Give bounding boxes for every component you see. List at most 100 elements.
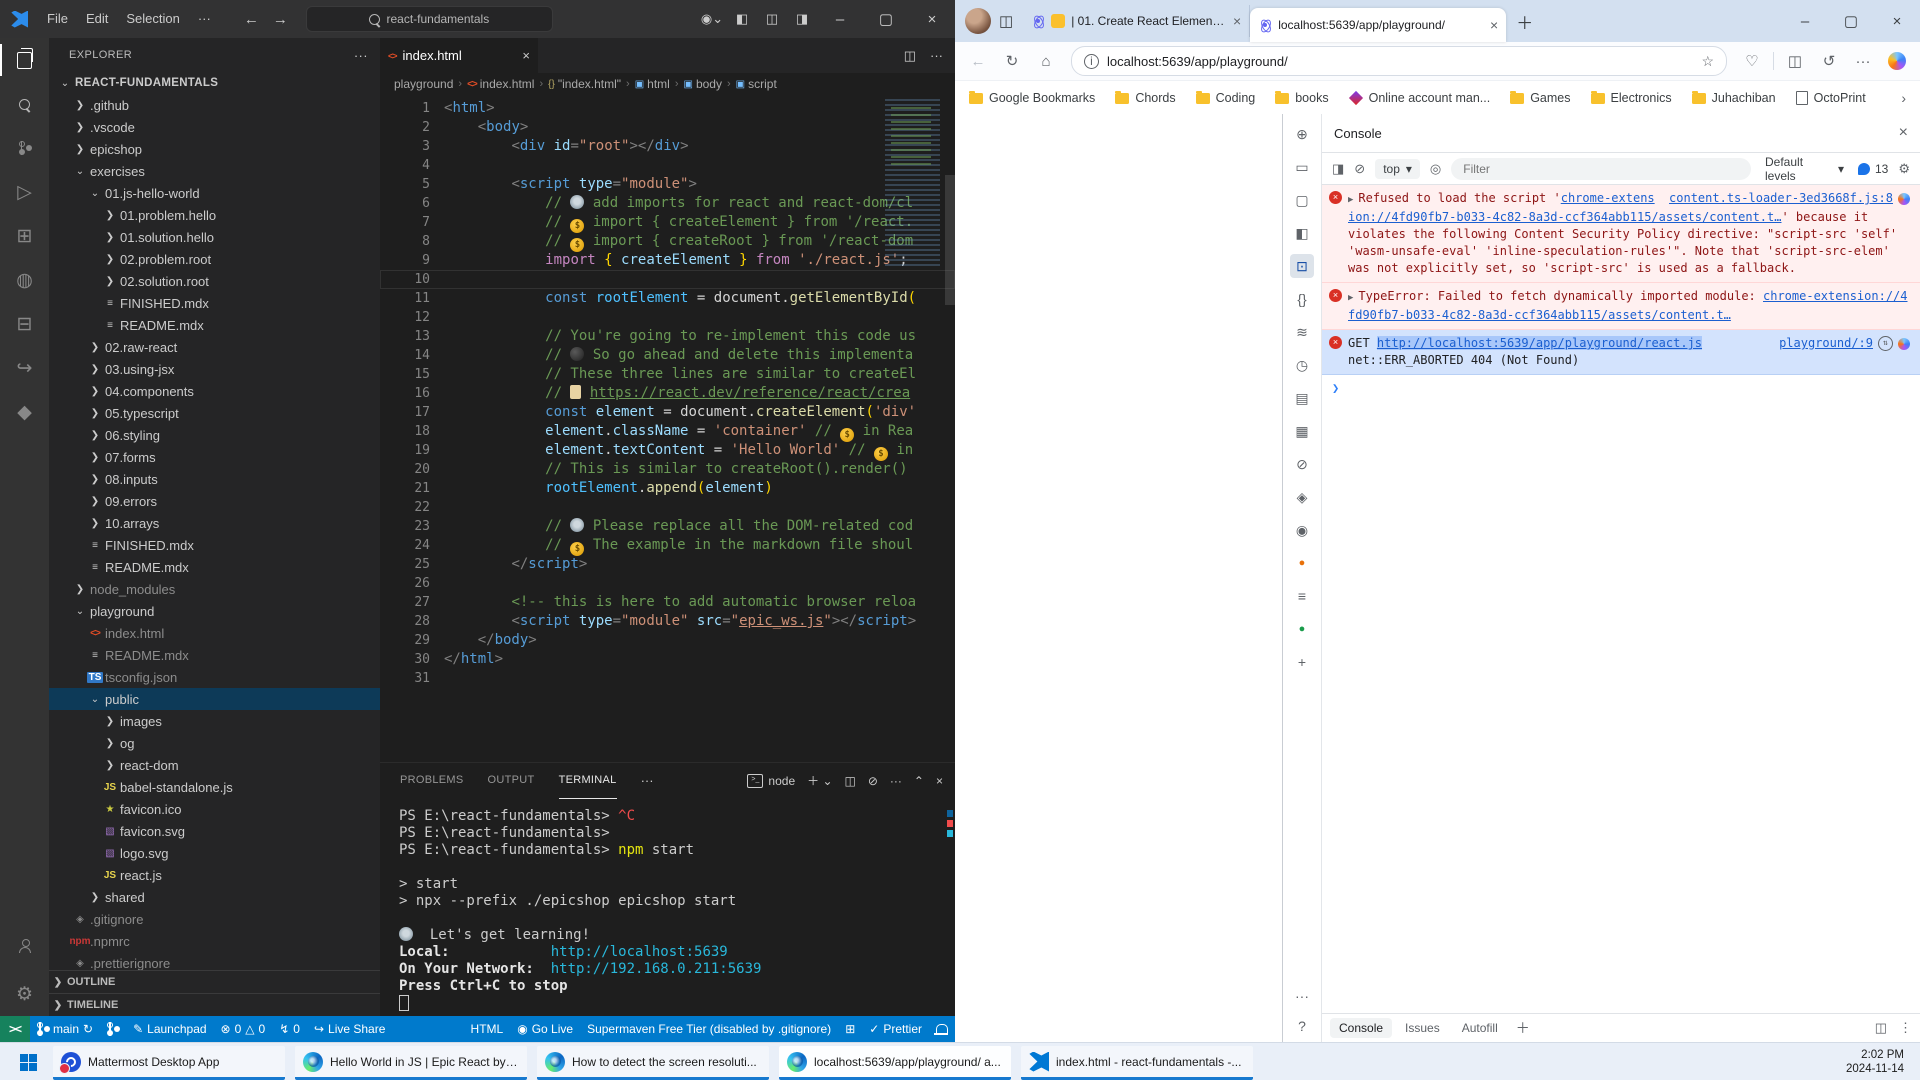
breadcrumb-item-script[interactable]: script [748,77,777,91]
tree-item-gitignore[interactable]: ◈.gitignore [49,908,380,930]
split-screen-icon[interactable]: ◫ [1780,52,1810,70]
code-line[interactable]: 25 </script> [380,555,955,574]
expand-triangle-icon[interactable]: ▶ [1348,195,1353,205]
menu-edit[interactable]: Edit [77,7,117,31]
bookmark-google-bookmarks[interactable]: Google Bookmarks [969,91,1095,105]
copilot-icon[interactable]: ◉⌄ [697,11,727,27]
address-bar[interactable]: i localhost:5639/app/playground/ ☆ [1071,46,1727,76]
code-line[interactable]: 5 <script type="module"> [380,175,955,194]
close-tab-icon[interactable]: × [1233,13,1241,29]
tree-item-react-js[interactable]: JSreact.js [49,864,380,886]
browser-essentials-icon[interactable]: ♡ [1737,52,1767,70]
bookmark-electronics[interactable]: Electronics [1591,91,1672,105]
menu-more[interactable]: ··· [189,7,220,31]
taskbar-button-localhost-5639-app-playground-[interactable]: localhost:5639/app/playground/ a... [779,1046,1011,1080]
tree-item-01-js-hello-world[interactable]: ⌄01.js-hello-world [49,182,380,204]
code-line[interactable]: 22 [380,498,955,517]
code-line[interactable]: 31 [380,669,955,688]
console-message[interactable]: ×playground/:9⇅GET http://localhost:5639… [1322,330,1920,375]
status-branch[interactable]: main↻ [30,1016,100,1042]
tree-item-react-fundamentals[interactable]: ⌄REACT-FUNDAMENTALS [49,72,380,94]
status-bell[interactable] [929,1016,955,1042]
breadcrumb-item-body[interactable]: body [696,77,722,91]
status-launchpad[interactable]: ✎Launchpad [126,1016,213,1042]
console-message[interactable]: ×▶TypeError: Failed to fetch dynamically… [1322,283,1920,330]
site-info-icon[interactable]: i [1084,54,1099,69]
code-line[interactable]: 11 const rootElement = document.getEleme… [380,289,955,308]
application-icon[interactable]: ▦ [1290,419,1314,443]
status-ports[interactable]: ↯0 [272,1016,307,1042]
tree-item-images[interactable]: ❯images [49,710,380,732]
status-remote[interactable]: >< [0,1016,30,1042]
browser-maximize-button[interactable]: ▢ [1828,2,1874,40]
panel-tab-output[interactable]: OUTPUT [488,763,535,798]
tree-item-favicon-svg[interactable]: ▧favicon.svg [49,820,380,842]
css-overview-icon[interactable]: ≡ [1290,584,1314,608]
panel-more-icon[interactable]: ··· [641,773,654,788]
taskbar-button-mattermost-desktop-app[interactable]: Mattermost Desktop App [53,1046,285,1080]
live-share-icon[interactable]: ↪ [0,346,49,390]
status-supermaven[interactable]: Supermaven Free Tier (disabled by .gitig… [580,1016,838,1042]
context-selector[interactable]: top ▾ [1375,159,1420,179]
live-expression-eye-icon[interactable]: ◎ [1430,161,1441,177]
copilot-button[interactable] [1888,52,1906,70]
code-line[interactable]: 3 <div id="root"></div> [380,137,955,156]
code-line[interactable]: 29 </body> [380,631,955,650]
source-control-icon[interactable] [0,126,49,170]
terminal[interactable]: PS E:\react-fundamentals> ^CPS E:\react-… [380,798,955,1016]
tree-item-07-forms[interactable]: ❯07.forms [49,446,380,468]
split-terminal-icon[interactable]: ◫ [845,774,856,788]
menu-file[interactable]: File [38,7,77,31]
source-link[interactable]: content.ts-loader-3ed3668f.js:8 [1669,190,1893,207]
code-line[interactable]: 2 <body> [380,118,955,137]
console-prompt[interactable]: ❯ [1322,375,1920,402]
tree-item-npmrc[interactable]: npm.npmrc [49,930,380,952]
page-content[interactable]: ⊕▭▢◧⊡{}≋◷▤▦⊘◈◉●≡●+···? Console × ◨ ⊘ top… [955,114,1920,1042]
browser-back-icon[interactable]: ← [963,53,993,70]
gitlens-icon[interactable]: ◆ [0,390,49,434]
extensions-icon[interactable]: ⊞ [0,214,49,258]
start-button[interactable] [8,1043,48,1080]
tree-item-01-problem-hello[interactable]: ❯01.problem.hello [49,204,380,226]
tree-item-vscode[interactable]: ❯.vscode [49,116,380,138]
favorite-star-icon[interactable]: ☆ [1701,53,1714,70]
tree-item-favicon-ico[interactable]: ★favicon.ico [49,798,380,820]
code-line[interactable]: 20 // This is similar to createRoot().re… [380,460,955,479]
message-link[interactable]: http://localhost:5639/app/playground/rea… [1377,336,1702,350]
taskbar-button-how-to-detect-the-screen-resol[interactable]: How to detect the screen resoluti... [537,1046,769,1080]
close-tab-icon[interactable]: × [1490,17,1498,33]
expand-triangle-icon[interactable]: ▶ [1348,293,1353,303]
clear-console-icon[interactable]: ⊘ [1354,161,1365,177]
tree-item-01-solution-hello[interactable]: ❯01.solution.hello [49,226,380,248]
tree-item-tsconfig-json[interactable]: TStsconfig.json [49,666,380,688]
forward-arrow-icon[interactable]: → [273,11,288,28]
tree-item-03-using-jsx[interactable]: ❯03.using-jsx [49,358,380,380]
bookmark-juhachiban[interactable]: Juhachiban [1692,91,1776,105]
history-icon[interactable]: ↺ [1814,52,1844,70]
more-panels-icon[interactable]: + [1290,650,1314,674]
tree-item-prettierignore[interactable]: ◈.prettierignore [49,952,380,970]
drawer-more-icon[interactable]: ⋮ [1899,1020,1912,1036]
code-line[interactable]: 10 [380,270,955,289]
console-sidebar-icon[interactable]: ◨ [1332,161,1344,177]
tree-item-10-arrays[interactable]: ❯10.arrays [49,512,380,534]
vscode-close-button[interactable]: × [909,0,955,38]
breadcrumb-item-index-html[interactable]: "index.html" [558,77,621,91]
explorer-icon[interactable] [0,38,49,82]
tree-item-public[interactable]: ⌄public [49,688,380,710]
device-toolbar-icon[interactable]: ▭ [1290,155,1314,179]
breadcrumb-item-index-html[interactable]: index.html [480,77,535,91]
tree-item-epicshop[interactable]: ❯epicshop [49,138,380,160]
tree-item-02-raw-react[interactable]: ❯02.raw-react [49,336,380,358]
editor-scrollbar[interactable] [945,175,955,305]
browser-refresh-icon[interactable]: ↻ [997,52,1027,70]
tree-item-05-typescript[interactable]: ❯05.typescript [49,402,380,424]
kill-terminal-icon[interactable]: ⊘ [868,774,878,788]
tree-item-finished-mdx[interactable]: ≡FINISHED.mdx [49,534,380,556]
tree-item-og[interactable]: ❯og [49,732,380,754]
explorer-more-icon[interactable]: ··· [354,48,368,63]
open-in-network-icon[interactable]: ⇅ [1878,336,1893,351]
code-line[interactable]: 13 // You're going to re-implement this … [380,327,955,346]
console-message[interactable]: ×content.ts-loader-3ed3668f.js:8▶Refused… [1322,185,1920,283]
drawer-tab-console[interactable]: Console [1330,1018,1392,1038]
